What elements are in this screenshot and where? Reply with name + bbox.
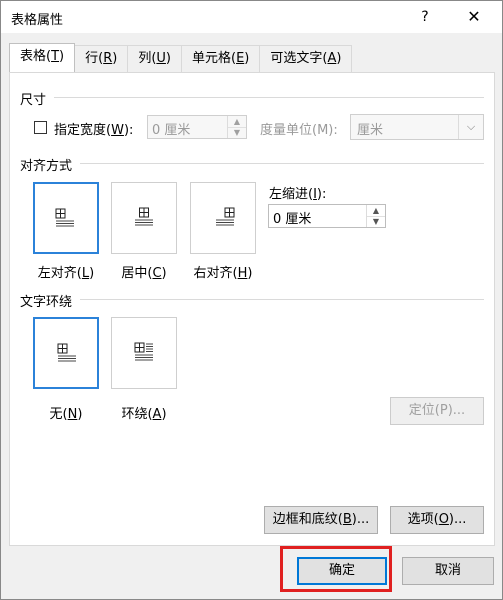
align-center-label: 居中(C) — [121, 266, 167, 281]
tab-row[interactable]: 行(R) — [74, 45, 129, 72]
wrap-around-icon — [134, 342, 153, 361]
dialog-title: 表格属性 — [11, 13, 64, 28]
wrap-none-label: 无(N) — [49, 407, 83, 422]
tab-table[interactable]: 表格(T) — [9, 43, 76, 72]
borders-shading-button[interactable]: 边框和底纹(B)... — [264, 506, 378, 534]
tab-strip: 表格(T) 行(R) 列(U) 单元格(E) 可选文字(A) — [9, 43, 353, 73]
specify-width-checkbox[interactable] — [34, 121, 47, 134]
wrap-none-button[interactable] — [33, 317, 99, 389]
indent-stepper[interactable]: 0 厘米 ▲ ▼ — [268, 204, 386, 228]
cancel-button[interactable]: 取消 — [402, 557, 494, 585]
unit-value: 厘米 — [357, 123, 384, 138]
wrap-none-icon — [57, 343, 76, 362]
specify-width-label: 指定宽度(W): — [54, 123, 134, 138]
title-bar: 表格属性 ? ✕ — [1, 1, 502, 33]
align-right-button[interactable] — [190, 182, 256, 254]
wrap-section-label: 文字环绕 — [20, 295, 73, 310]
align-center-button[interactable] — [111, 182, 177, 254]
wrap-separator — [80, 299, 484, 300]
table-align-left-icon — [55, 208, 74, 227]
alignment-separator — [80, 163, 484, 164]
unit-select[interactable]: 厘米 ⌵ — [350, 114, 484, 140]
position-button[interactable]: 定位(P)... — [390, 397, 484, 425]
chevron-down-icon: ⌵ — [458, 115, 483, 139]
table-align-center-icon — [135, 207, 153, 226]
table-properties-dialog: 表格属性 ? ✕ 表格(T) 行(R) 列(U) 单元格(E) 可选文字(A) … — [0, 0, 503, 600]
tab-column[interactable]: 列(U) — [127, 45, 182, 72]
size-separator — [54, 97, 484, 98]
indent-down-icon[interactable]: ▼ — [367, 216, 385, 227]
tab-alt-text[interactable]: 可选文字(A) — [259, 45, 353, 72]
indent-label: 左缩进(I): — [269, 187, 327, 202]
indent-value: 0 厘米 — [273, 212, 312, 227]
align-left-button[interactable] — [33, 182, 99, 254]
help-icon[interactable]: ? — [413, 5, 437, 29]
table-tab-panel: 尺寸 指定宽度(W): 0 厘米 ▲ ▼ 度量单位(M): 厘米 ⌵ 对齐方式 — [9, 72, 495, 546]
width-down-icon[interactable]: ▼ — [228, 127, 246, 138]
align-right-label: 右对齐(H) — [193, 266, 253, 281]
align-left-label: 左对齐(L) — [37, 266, 95, 281]
ok-button[interactable]: 确定 — [297, 557, 387, 585]
alignment-section-label: 对齐方式 — [20, 159, 73, 174]
options-button[interactable]: 选项(O)... — [390, 506, 484, 534]
wrap-around-button[interactable] — [111, 317, 177, 389]
width-stepper[interactable]: 0 厘米 ▲ ▼ — [147, 115, 247, 139]
width-value: 0 厘米 — [152, 123, 191, 138]
unit-label: 度量单位(M): — [260, 123, 338, 138]
close-icon[interactable]: ✕ — [461, 5, 487, 29]
size-section-label: 尺寸 — [20, 93, 47, 108]
wrap-around-label: 环绕(A) — [121, 407, 167, 422]
tab-cell[interactable]: 单元格(E) — [180, 45, 261, 72]
table-align-right-icon — [216, 207, 235, 226]
